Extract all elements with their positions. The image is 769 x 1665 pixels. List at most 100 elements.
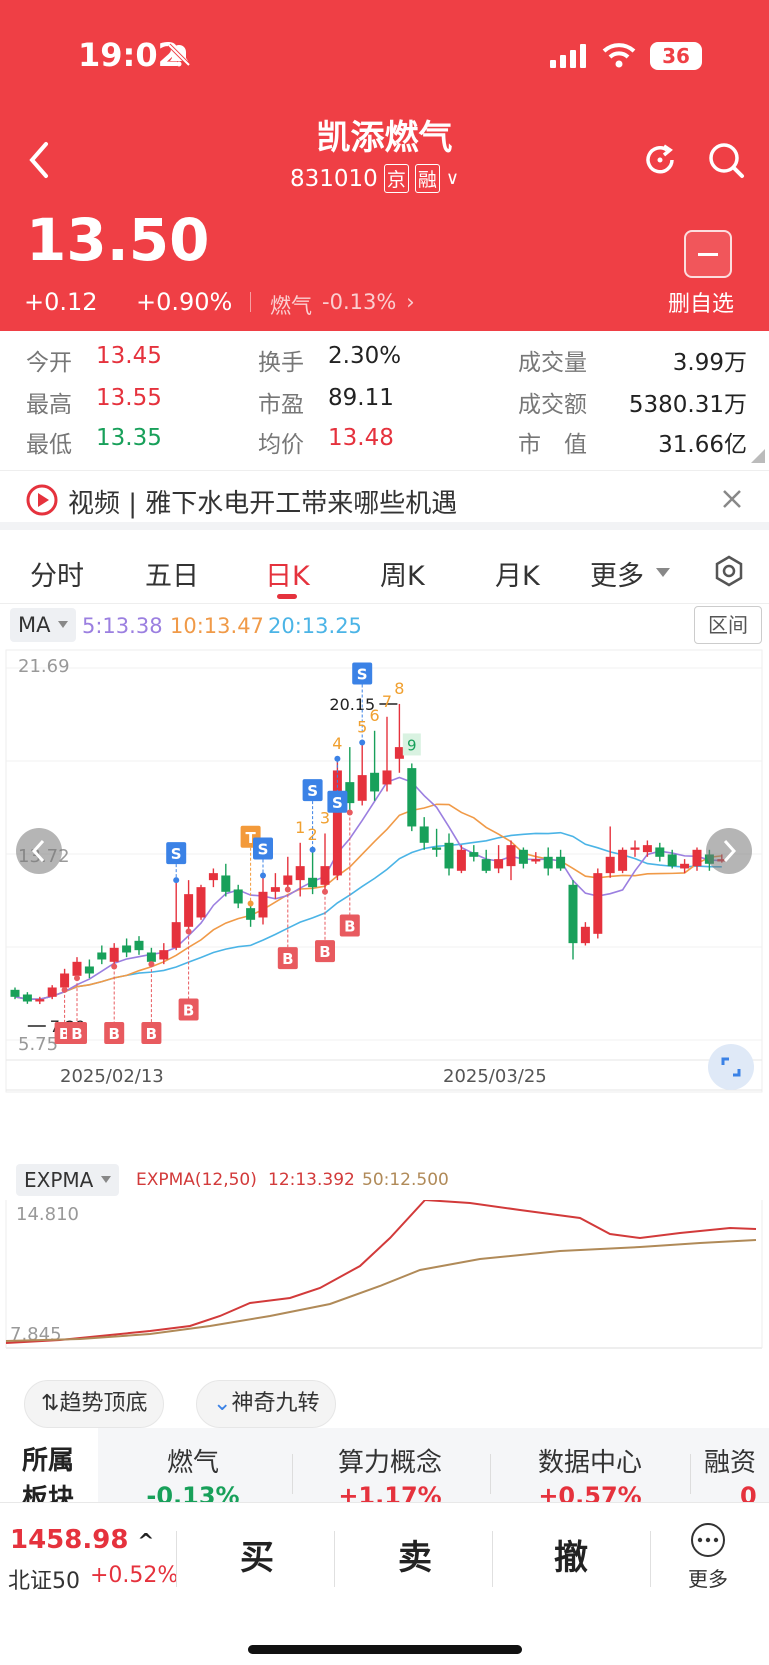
tab-weekly-k[interactable]: 周K xyxy=(380,554,425,593)
caret-down-icon xyxy=(58,621,69,628)
refresh-icon[interactable] xyxy=(640,140,680,180)
sector-item-name[interactable]: 燃气 xyxy=(118,1442,268,1479)
tab-daily-k[interactable]: 日K xyxy=(265,554,310,593)
sell-button[interactable]: 卖 xyxy=(340,1523,490,1593)
trend-top-bottom-chip[interactable]: ⇅趋势顶底 xyxy=(24,1380,165,1428)
pe-label: 市盈 xyxy=(258,392,304,418)
signal-b-label: B xyxy=(183,1001,194,1019)
index-value-row[interactable]: 1458.98 ^ xyxy=(10,1525,154,1555)
candle-body xyxy=(84,966,94,974)
ma10-value: 10:13.47 xyxy=(170,614,264,638)
candle-body xyxy=(295,866,305,881)
signal-s-label: S xyxy=(258,840,269,858)
sector-link[interactable]: 燃气 -0.13% › xyxy=(270,290,415,320)
tab-five-day[interactable]: 五日 xyxy=(145,554,199,593)
mute-bell-icon xyxy=(167,43,191,67)
signal-s-label: S xyxy=(357,665,368,683)
chart-next-button[interactable] xyxy=(706,828,752,874)
zigzag-icon: ⌄ xyxy=(213,1391,232,1416)
candle-body xyxy=(382,770,392,785)
candle-body xyxy=(122,945,132,953)
search-icon[interactable] xyxy=(706,140,746,182)
expma-indicator-select[interactable]: EXPMA xyxy=(16,1164,120,1196)
turnover-label: 换手 xyxy=(258,350,304,376)
low-value: 13.35 xyxy=(96,425,162,451)
divider xyxy=(690,1454,691,1494)
candle-body xyxy=(494,859,504,869)
candle-body xyxy=(580,926,590,944)
signal-dot xyxy=(74,975,80,982)
corner-expand-icon[interactable] xyxy=(751,449,765,463)
ma20-line xyxy=(14,831,722,1000)
candle-body xyxy=(72,961,82,976)
candle-body xyxy=(308,877,318,888)
ma5-value: 5:13.38 xyxy=(82,614,163,638)
signal-dot xyxy=(322,888,328,895)
candle-body xyxy=(543,856,553,869)
candle-body xyxy=(60,973,70,988)
expma-params: EXPMA(12,50) xyxy=(136,1170,257,1190)
exchange-tag: 京 xyxy=(383,164,409,193)
bottom-trade-bar: 1458.98 ^ 北证50 +0.52% 买 卖 撤 更多 xyxy=(0,1502,769,1665)
candle-body xyxy=(680,863,690,869)
candle-body xyxy=(233,889,243,904)
cellular-signal-icon xyxy=(550,44,586,68)
divider xyxy=(490,1454,491,1494)
high-label: 最高 xyxy=(26,392,72,418)
y-tick-label: 5.75 xyxy=(18,1034,58,1055)
expand-icon xyxy=(721,1057,741,1077)
tab-more[interactable]: 更多 xyxy=(590,554,644,593)
range-button[interactable]: 区间 xyxy=(694,606,762,644)
nine-turn-number: 7 xyxy=(382,692,392,711)
candle-body xyxy=(518,849,528,864)
sector-item-name[interactable]: 数据中心 xyxy=(510,1442,670,1479)
sector-item-name[interactable]: 算力概念 xyxy=(310,1442,470,1479)
remove-watchlist-label[interactable]: 删自选 xyxy=(668,286,734,318)
sector-item-name[interactable]: 融资 xyxy=(704,1442,769,1479)
more-button[interactable]: 更多 xyxy=(670,1521,746,1601)
candlestick-chart[interactable]: 21.6913.725.752025/02/132025/03/2520.157… xyxy=(0,648,769,1160)
candle-body xyxy=(630,847,640,850)
chip-label: 趋势顶底 xyxy=(59,1391,148,1416)
chevron-right-icon: › xyxy=(406,290,415,314)
cancel-order-button[interactable]: 撤 xyxy=(496,1523,646,1593)
up-caret-icon: ^ xyxy=(137,1529,155,1553)
news-banner[interactable]: 视频 | 雅下水电开工带来哪些机遇 xyxy=(0,470,769,530)
max-price-label: 20.15 xyxy=(329,695,375,714)
divider xyxy=(650,1531,651,1587)
settings-hex-icon[interactable] xyxy=(712,554,746,588)
remove-watchlist-button[interactable] xyxy=(684,230,732,278)
chip-label: 神奇九转 xyxy=(231,1391,320,1416)
expma-chart: 14.810 7.845 xyxy=(5,1200,763,1349)
buy-button[interactable]: 买 xyxy=(182,1523,332,1593)
candle-body xyxy=(394,747,404,759)
signal-b-label: B xyxy=(108,1025,119,1043)
nine-turn-chip[interactable]: ⌄神奇九转 xyxy=(196,1380,337,1428)
divider xyxy=(292,1454,293,1494)
tab-intraday[interactable]: 分时 xyxy=(30,554,84,593)
candle-body xyxy=(22,994,32,1002)
signal-b-label: B xyxy=(344,917,355,935)
stock-code-row[interactable]: 831010 京 融 ∨ xyxy=(290,164,459,193)
nine-turn-number: 1 xyxy=(295,818,305,837)
chart-prev-button[interactable] xyxy=(16,828,62,874)
ma-indicator-select[interactable]: MA xyxy=(10,608,77,642)
battery-icon: 36 xyxy=(650,42,702,70)
candle-body xyxy=(47,987,57,997)
signal-dot xyxy=(111,963,118,970)
candle-body xyxy=(692,849,702,867)
candle-body xyxy=(456,849,466,871)
ema12-value: 12:13.392 xyxy=(268,1170,355,1190)
close-icon[interactable] xyxy=(722,489,742,509)
x-tick-label: 2025/02/13 xyxy=(60,1066,164,1087)
stock-header: 19:02 36 凯添燃气 831010 京 融 ∨ 13.50 +0.12 +… xyxy=(0,0,769,331)
candle-body xyxy=(618,849,628,871)
y-tick-label: 21.69 xyxy=(18,656,70,677)
candle-body xyxy=(146,952,156,962)
fullscreen-button[interactable] xyxy=(708,1044,754,1090)
candle-body xyxy=(184,894,194,927)
chevron-down-icon: ∨ xyxy=(445,168,460,189)
tab-monthly-k[interactable]: 月K xyxy=(495,554,540,593)
mcap-value: 31.66亿 xyxy=(658,432,747,458)
active-tab-indicator xyxy=(277,594,297,599)
